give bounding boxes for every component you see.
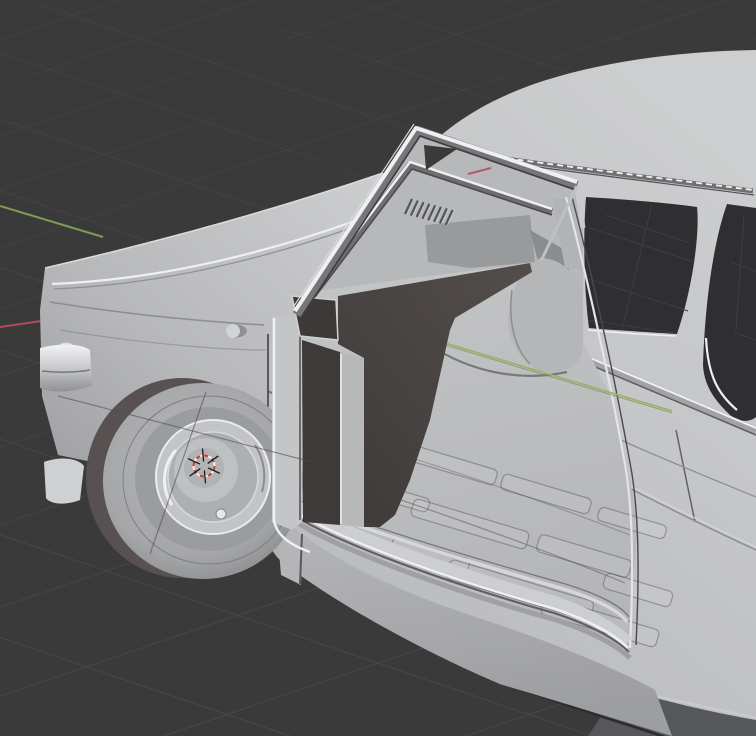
hubcap-center [184,448,224,488]
viewport-canvas[interactable] [0,0,756,736]
rear-door-window-opening[interactable] [584,197,698,334]
door-front-edge[interactable] [272,317,302,530]
door-inner-panel-strip [340,352,364,527]
door-pocket [302,340,340,525]
3d-viewport[interactable] [0,0,756,736]
hubcap-valve [215,508,227,520]
bumper-lower-lip [44,458,84,504]
